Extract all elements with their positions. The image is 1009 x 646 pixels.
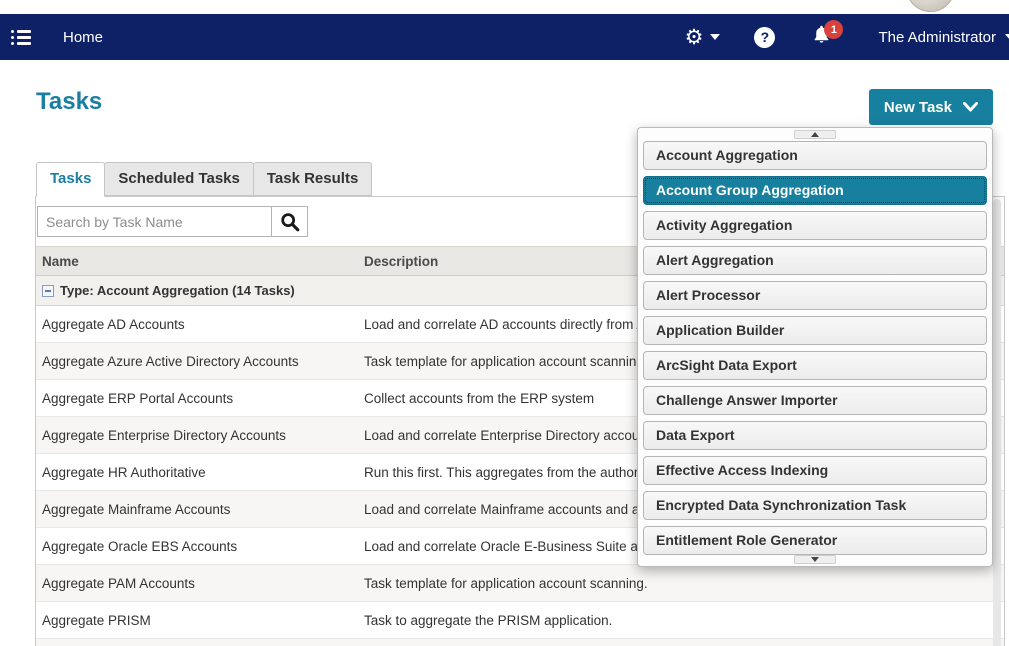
tab-scheduled-tasks[interactable]: Scheduled Tasks — [104, 162, 253, 196]
menu-item-data-export[interactable]: Data Export — [643, 421, 987, 450]
task-description: Task template for application account sc… — [358, 576, 1004, 591]
menu-item-effective-access-indexing[interactable]: Effective Access Indexing — [643, 456, 987, 485]
scroll-up-button[interactable] — [794, 130, 836, 139]
question-mark-icon: ? — [761, 29, 770, 45]
chevron-down-icon — [710, 34, 720, 40]
navbar-right: ⚙ ? 1 The Administrator — [685, 24, 1009, 50]
menu-icon[interactable] — [11, 30, 31, 45]
new-task-label: New Task — [884, 99, 952, 116]
menu-item-challenge-answer-importer[interactable]: Challenge Answer Importer — [643, 386, 987, 415]
table-row[interactable]: Aggregate PRISM Task to aggregate the PR… — [36, 602, 1004, 639]
table-row[interactable] — [36, 639, 1004, 646]
table-row[interactable]: Aggregate PAM Accounts Task template for… — [36, 565, 1004, 602]
new-task-button[interactable]: New Task — [869, 89, 993, 125]
task-name: Aggregate Mainframe Accounts — [36, 502, 358, 517]
menu-item-activity-aggregation[interactable]: Activity Aggregation — [643, 211, 987, 240]
collapse-group-icon[interactable] — [42, 285, 54, 297]
menu-item-encrypted-data-synchronization-task[interactable]: Encrypted Data Synchronization Task — [643, 491, 987, 520]
task-name: Aggregate PAM Accounts — [36, 576, 358, 591]
user-chevron-down-icon — [1005, 34, 1009, 40]
task-name: Aggregate AD Accounts — [36, 317, 358, 332]
task-name: Aggregate Azure Active Directory Account… — [36, 354, 358, 369]
browser-top-strip — [0, 0, 1009, 14]
new-task-menu-list: Account Aggregation Account Group Aggreg… — [643, 141, 987, 561]
notifications-button[interactable]: 1 — [811, 24, 832, 50]
scroll-up-icon — [811, 132, 819, 137]
scroll-down-icon — [811, 557, 819, 562]
notification-badge: 1 — [824, 20, 843, 39]
top-navbar: Home ⚙ ? 1 The Administrator — [0, 14, 1009, 60]
search-button[interactable] — [271, 206, 308, 237]
help-button[interactable]: ? — [754, 27, 775, 48]
nav-home-link[interactable]: Home — [63, 29, 103, 46]
task-name: Aggregate HR Authoritative — [36, 465, 358, 480]
task-name: Aggregate ERP Portal Accounts — [36, 391, 358, 406]
tab-tasks[interactable]: Tasks — [36, 162, 105, 197]
user-name-label: The Administrator — [878, 29, 996, 46]
avatar — [906, 0, 955, 12]
task-description: Task to aggregate the PRISM application. — [358, 613, 1004, 628]
column-header-name[interactable]: Name — [36, 254, 358, 269]
gear-icon: ⚙ — [685, 27, 704, 48]
menu-item-application-builder[interactable]: Application Builder — [643, 316, 987, 345]
tab-task-results[interactable]: Task Results — [253, 162, 372, 196]
vertical-scrollbar[interactable] — [993, 199, 1001, 646]
search-icon — [279, 211, 301, 233]
menu-item-alert-aggregation[interactable]: Alert Aggregation — [643, 246, 987, 275]
scroll-down-button[interactable] — [794, 555, 836, 564]
menu-item-account-aggregation[interactable]: Account Aggregation — [643, 141, 987, 170]
menu-item-arcsight-data-export[interactable]: ArcSight Data Export — [643, 351, 987, 380]
user-menu-button[interactable]: The Administrator — [878, 29, 996, 46]
settings-menu-button[interactable]: ⚙ — [685, 27, 721, 48]
chevron-down-icon — [963, 102, 978, 112]
tab-bar: Tasks Scheduled Tasks Task Results — [36, 162, 371, 197]
menu-item-alert-processor[interactable]: Alert Processor — [643, 281, 987, 310]
search-input[interactable] — [37, 206, 272, 237]
task-name: Aggregate Oracle EBS Accounts — [36, 539, 358, 554]
screen: Home ⚙ ? 1 The Administrator Tasks — [0, 0, 1009, 646]
menu-item-entitlement-role-generator[interactable]: Entitlement Role Generator — [643, 526, 987, 555]
menu-item-account-group-aggregation[interactable]: Account Group Aggregation — [643, 176, 987, 205]
group-row-label: Type: Account Aggregation (14 Tasks) — [60, 283, 295, 298]
task-name: Aggregate Enterprise Directory Accounts — [36, 428, 358, 443]
page-title: Tasks — [36, 88, 102, 116]
task-name: Aggregate PRISM — [36, 613, 358, 628]
new-task-dropdown: Account Aggregation Account Group Aggreg… — [637, 127, 993, 567]
